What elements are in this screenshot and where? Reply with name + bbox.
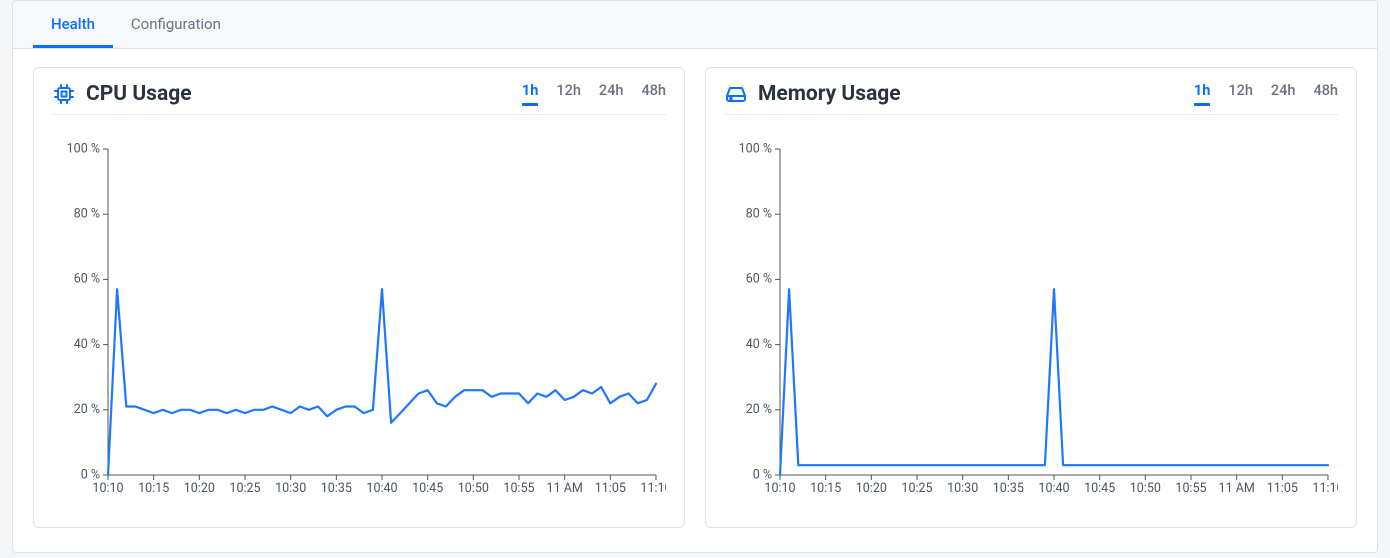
svg-text:40 %: 40 %	[74, 337, 100, 352]
range-24h[interactable]: 24h	[599, 82, 624, 106]
svg-text:11:05: 11:05	[1267, 481, 1298, 496]
svg-text:10:30: 10:30	[275, 481, 306, 496]
card-memory-usage: Memory Usage 1h 12h 24h 48h 0 %20 %40 %6…	[705, 67, 1357, 528]
svg-text:10:55: 10:55	[503, 481, 534, 496]
svg-text:10:15: 10:15	[138, 481, 169, 496]
card-header: CPU Usage 1h 12h 24h 48h	[52, 82, 666, 115]
tabbar: Health Configuration	[13, 1, 1377, 49]
range-48h[interactable]: 48h	[641, 82, 666, 106]
svg-text:11 AM: 11 AM	[547, 481, 583, 496]
svg-text:10:50: 10:50	[1130, 481, 1161, 496]
tab-configuration[interactable]: Configuration	[113, 1, 239, 48]
svg-text:10:10: 10:10	[764, 481, 795, 496]
svg-text:20 %: 20 %	[74, 402, 100, 417]
memory-chart: 0 %20 %40 %60 %80 %100 %10:1010:1510:201…	[724, 139, 1338, 509]
card-header: Memory Usage 1h 12h 24h 48h	[724, 82, 1338, 115]
time-range-selector: 1h 12h 24h 48h	[1194, 82, 1338, 106]
cpu-chart: 0 %20 %40 %60 %80 %100 %10:1010:1510:201…	[52, 139, 666, 509]
svg-text:60 %: 60 %	[74, 272, 100, 287]
svg-text:10:25: 10:25	[901, 481, 932, 496]
range-48h[interactable]: 48h	[1313, 82, 1338, 106]
svg-text:10:25: 10:25	[229, 481, 260, 496]
svg-text:80 %: 80 %	[746, 206, 772, 221]
svg-text:10:50: 10:50	[458, 481, 489, 496]
svg-text:10:30: 10:30	[947, 481, 978, 496]
svg-text:11:05: 11:05	[595, 481, 626, 496]
range-12h[interactable]: 12h	[556, 82, 581, 106]
cards-row: CPU Usage 1h 12h 24h 48h 0 %20 %40 %60 %…	[13, 49, 1377, 552]
svg-text:10:20: 10:20	[184, 481, 215, 496]
svg-text:10:45: 10:45	[412, 481, 443, 496]
svg-text:10:20: 10:20	[856, 481, 887, 496]
range-1h[interactable]: 1h	[522, 82, 538, 106]
time-range-selector: 1h 12h 24h 48h	[522, 82, 666, 106]
tab-health[interactable]: Health	[33, 1, 113, 48]
svg-text:10:55: 10:55	[1175, 481, 1206, 496]
svg-text:100 %: 100 %	[739, 141, 772, 156]
range-24h[interactable]: 24h	[1271, 82, 1296, 106]
svg-text:20 %: 20 %	[746, 402, 772, 417]
svg-text:10:45: 10:45	[1084, 481, 1115, 496]
svg-text:11:10: 11:10	[640, 481, 666, 496]
svg-text:10:35: 10:35	[321, 481, 352, 496]
svg-text:10:40: 10:40	[366, 481, 397, 496]
svg-text:10:35: 10:35	[993, 481, 1024, 496]
cpu-icon	[52, 82, 76, 106]
svg-text:11:10: 11:10	[1312, 481, 1338, 496]
range-1h[interactable]: 1h	[1194, 82, 1210, 106]
svg-text:10:40: 10:40	[1038, 481, 1069, 496]
card-cpu-usage: CPU Usage 1h 12h 24h 48h 0 %20 %40 %60 %…	[33, 67, 685, 528]
card-title: CPU Usage	[86, 82, 192, 106]
svg-text:100 %: 100 %	[67, 141, 100, 156]
svg-text:60 %: 60 %	[746, 272, 772, 287]
drive-icon	[724, 82, 748, 106]
svg-text:40 %: 40 %	[746, 337, 772, 352]
card-title: Memory Usage	[758, 82, 901, 106]
range-12h[interactable]: 12h	[1228, 82, 1253, 106]
svg-text:80 %: 80 %	[74, 206, 100, 221]
panel: Health Configuration	[12, 0, 1378, 553]
svg-text:10:10: 10:10	[92, 481, 123, 496]
svg-text:11 AM: 11 AM	[1219, 481, 1255, 496]
svg-text:10:15: 10:15	[810, 481, 841, 496]
